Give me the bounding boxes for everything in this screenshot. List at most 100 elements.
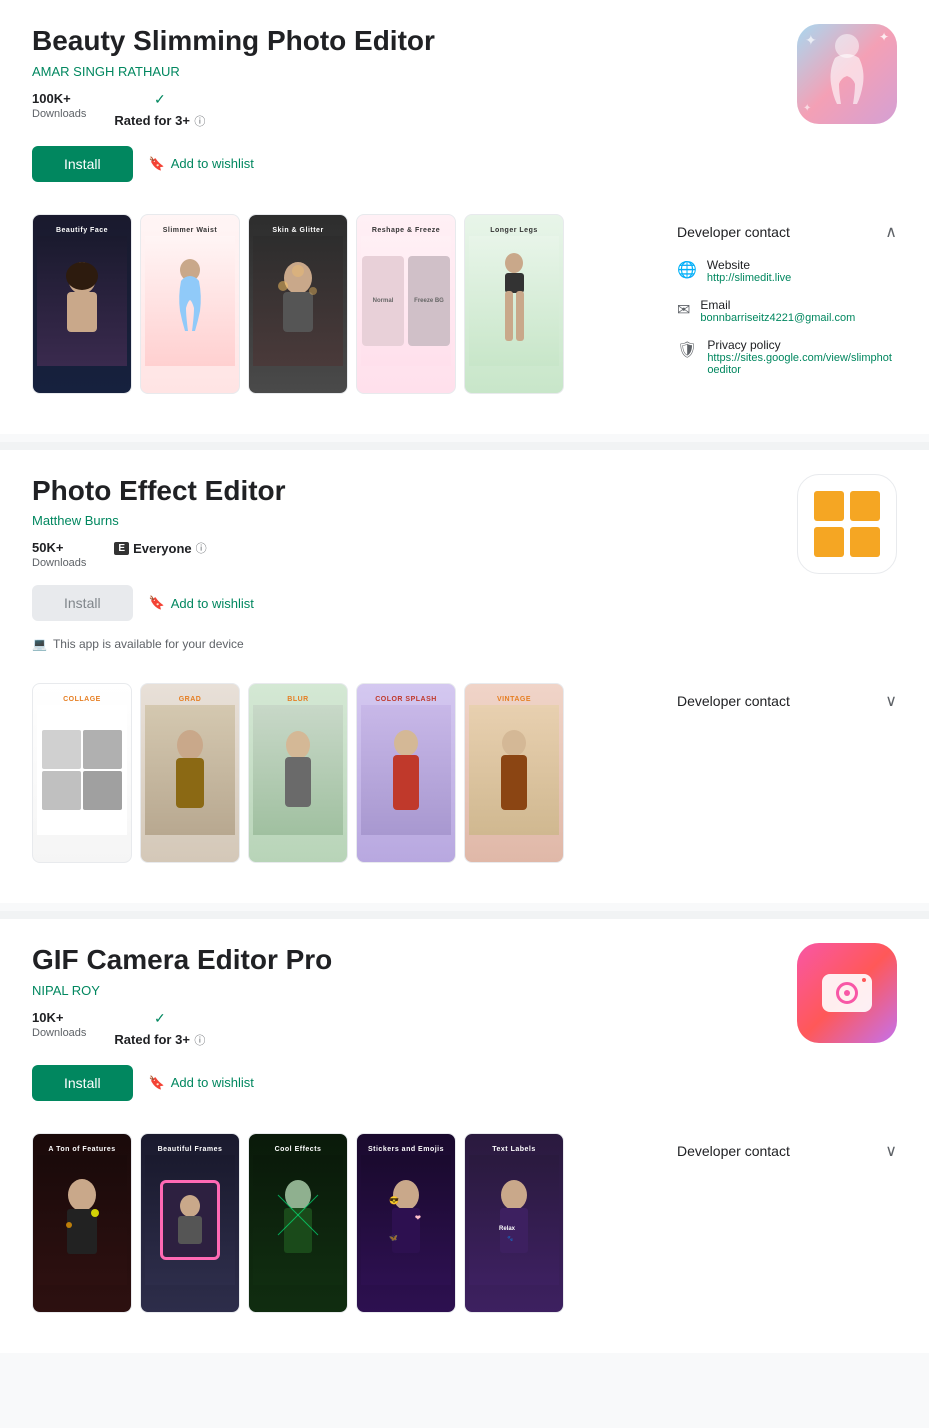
contact-content-email-1: Email bonnbarriseitz4221@gmail.com <box>700 298 855 324</box>
screenshot-legs: Longer Legs <box>464 214 564 394</box>
app-developer-1[interactable]: AMAR SINGH RATHAUR <box>32 64 777 79</box>
camera-lens <box>836 982 858 1004</box>
screenshot-skin: Skin & Glitter <box>248 214 348 394</box>
svg-text:❤: ❤ <box>415 1215 421 1222</box>
screenshot-placeholder-frames: Beautiful Frames <box>141 1134 239 1312</box>
stat-rating-3: ✓ Rated for 3+ ⓘ <box>114 1010 205 1049</box>
screenshot-collage: COLLAGE <box>32 683 132 863</box>
frames-svg <box>170 1190 210 1250</box>
developer-contact-title-2: Developer contact <box>677 693 790 709</box>
rating-info-icon-3[interactable]: ⓘ <box>194 1035 205 1047</box>
divider-1 <box>0 442 929 450</box>
screenshots-row-3: A Ton of Features Beauti <box>32 1133 657 1329</box>
rating-check-icon-1: ✓ <box>154 91 166 108</box>
rating-container-2: E Everyone ⓘ <box>114 540 206 556</box>
screenshot-placeholder-textlabels: Text Labels Relax 🐾 <box>465 1134 563 1312</box>
screenshot-figure-beautify <box>37 236 127 366</box>
pe-tile-4 <box>850 527 880 557</box>
labels-svg: Relax 🐾 <box>489 1175 539 1265</box>
screenshot-placeholder-effects: Cool Effects <box>249 1134 347 1312</box>
screenshot-figure-reshape: Normal Freeze BG <box>361 236 451 366</box>
app-title-3: GIF Camera Editor Pro <box>32 943 777 977</box>
app-developer-3[interactable]: NIPAL ROY <box>32 983 777 998</box>
screenshots-container-1: Beautify Face Slimmer Waist <box>32 214 657 410</box>
screenshot-placeholder-collage: COLLAGE <box>33 684 131 862</box>
developer-contact-header-2[interactable]: Developer contact ∨ <box>677 683 897 719</box>
app-header-left-2: Photo Effect Editor Matthew Burns 50K+ D… <box>32 474 777 668</box>
slimming-icon-inner: ✦ ✦ ✦ <box>797 24 897 124</box>
app-icon-1: ✦ ✦ ✦ <box>797 24 897 124</box>
app-actions-2: Install 🔖 Add to wishlist <box>32 585 777 621</box>
grad-portrait <box>168 725 213 815</box>
device-icon-2: 💻 <box>32 637 47 651</box>
screenshot-label-stickers: Stickers and Emojis <box>366 1142 446 1155</box>
stat-downloads-label-2: Downloads <box>32 557 86 569</box>
app-actions-3: Install 🔖 Add to wishlist <box>32 1065 777 1101</box>
screenshot-placeholder-slimmer: Slimmer Waist <box>141 215 239 393</box>
developer-contact-header-3[interactable]: Developer contact ∨ <box>677 1133 897 1169</box>
developer-contact-body-1: 🌐 Website http://slimedit.live ✉ Email b… <box>677 250 897 398</box>
star-deco-2: ✦ <box>879 30 889 44</box>
blur-portrait <box>276 725 321 815</box>
app-title-2: Photo Effect Editor <box>32 474 777 508</box>
developer-contact-header-1[interactable]: Developer contact ∧ <box>677 214 897 250</box>
screenshot-frames: Beautiful Frames <box>140 1133 240 1313</box>
chevron-up-icon-1: ∧ <box>885 222 897 242</box>
screenshot-vintage: VINTAGE <box>464 683 564 863</box>
frame-border <box>160 1180 220 1260</box>
wishlist-icon-2: 🔖 <box>149 595 165 611</box>
contact-value-privacy-1[interactable]: https://sites.google.com/view/slimphotoe… <box>707 352 897 376</box>
device-note-2: 💻 This app is available for your device <box>32 637 777 651</box>
screenshot-reshape: Reshape & Freeze Normal Freeze BG <box>356 214 456 394</box>
screenshot-beautify: Beautify Face <box>32 214 132 394</box>
contact-content-website-1: Website http://slimedit.live <box>707 258 791 284</box>
app-icon-3 <box>797 943 897 1043</box>
app-icon-2 <box>797 474 897 574</box>
screenshot-label-frames: Beautiful Frames <box>156 1142 225 1155</box>
install-button-2[interactable]: Install <box>32 585 133 621</box>
effects-svg <box>273 1175 323 1265</box>
app-developer-2[interactable]: Matthew Burns <box>32 513 777 528</box>
wishlist-button-2[interactable]: 🔖 Add to wishlist <box>149 595 254 611</box>
app-stats-1: 100K+ Downloads ✓ Rated for 3+ ⓘ <box>32 91 777 130</box>
screenshot-placeholder-stickers: Stickers and Emojis 😎 ❤ 🦋 <box>357 1134 455 1312</box>
app-lower-2: COLLAGE GRAD <box>32 683 897 903</box>
screenshot-blur: BLUR <box>248 683 348 863</box>
app-stats-2: 50K+ Downloads E Everyone ⓘ <box>32 540 777 569</box>
app-header-3: GIF Camera Editor Pro NIPAL ROY 10K+ Dow… <box>32 943 897 1117</box>
screenshot-figure-features <box>37 1155 127 1285</box>
contact-value-website-1[interactable]: http://slimedit.live <box>707 272 791 284</box>
developer-contact-section-2: Developer contact ∨ <box>677 683 897 719</box>
screenshot-placeholder-vintage: VINTAGE <box>465 684 563 862</box>
camera-dot <box>844 990 850 996</box>
camera-body <box>822 974 872 1012</box>
screenshot-figure-grad <box>145 705 235 835</box>
screenshot-label-colorsplash: COLOR SPLASH <box>373 692 439 705</box>
stat-rating-value-3: Rated for 3+ <box>114 1032 190 1047</box>
app-stats-3: 10K+ Downloads ✓ Rated for 3+ ⓘ <box>32 1010 777 1049</box>
svg-text:😎: 😎 <box>389 1196 399 1205</box>
screenshot-figure-textlabels: Relax 🐾 <box>469 1155 559 1285</box>
install-button-3[interactable]: Install <box>32 1065 133 1101</box>
stat-downloads-value-1: 100K+ <box>32 91 86 106</box>
divider-2 <box>0 911 929 919</box>
screenshot-label-blur: BLUR <box>285 692 310 705</box>
collage-cell-4 <box>83 771 122 810</box>
screenshot-stickers: Stickers and Emojis 😎 ❤ 🦋 <box>356 1133 456 1313</box>
wishlist-button-1[interactable]: 🔖 Add to wishlist <box>149 156 254 172</box>
app-section-photo-effect: Photo Effect Editor Matthew Burns 50K+ D… <box>0 450 929 904</box>
rating-info-icon-1[interactable]: ⓘ <box>194 116 205 128</box>
camera-dot2 <box>862 978 866 982</box>
screenshot-figure-vintage <box>469 705 559 835</box>
body-silhouette-svg <box>817 34 877 114</box>
install-button-1[interactable]: Install <box>32 146 133 182</box>
screenshot-figure-effects <box>253 1155 343 1285</box>
rating-info-icon-2[interactable]: ⓘ <box>196 540 207 556</box>
developer-contact-section-1: Developer contact ∧ 🌐 Website http://sli… <box>677 214 897 398</box>
screenshot-figure-blur <box>253 705 343 835</box>
contact-value-email-1[interactable]: bonnbarriseitz4221@gmail.com <box>700 312 855 324</box>
contact-content-privacy-1: Privacy policy https://sites.google.com/… <box>707 338 897 376</box>
stat-rating-2: E Everyone ⓘ <box>114 540 206 556</box>
wishlist-button-3[interactable]: 🔖 Add to wishlist <box>149 1075 254 1091</box>
screenshot-label-effects: Cool Effects <box>273 1142 324 1155</box>
